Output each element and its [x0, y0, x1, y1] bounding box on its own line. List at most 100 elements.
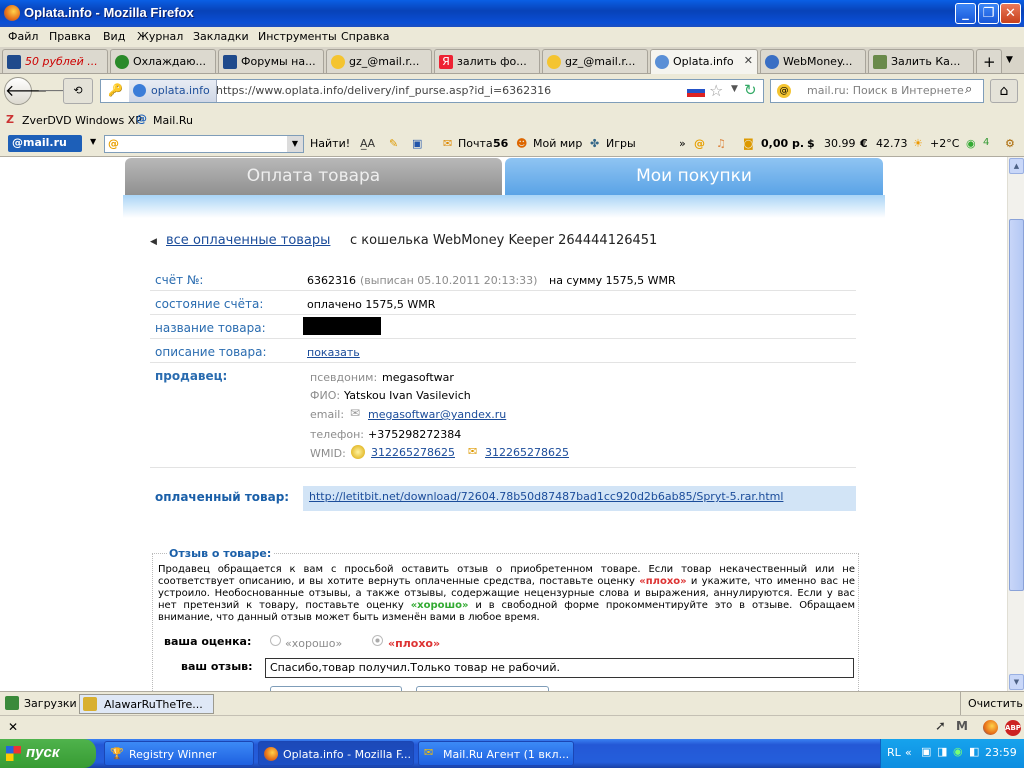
balance-value[interactable]: 0,00 р.: [761, 137, 804, 150]
m-icon[interactable]: M: [956, 719, 968, 733]
scroll-up-icon[interactable]: ▲: [1009, 158, 1024, 174]
tab-yandex[interactable]: Язалить фо...: [434, 49, 540, 73]
downloads-button[interactable]: Загрузки: [24, 697, 77, 710]
mail-count: 56: [493, 137, 509, 150]
reload-icon[interactable]: ↻: [744, 81, 757, 99]
globe-icon: [133, 84, 146, 97]
menu-bookmarks[interactable]: Закладки: [193, 30, 249, 43]
vertical-scrollbar[interactable]: ▲ ▼: [1007, 157, 1024, 691]
weather-value[interactable]: +2°C: [930, 137, 959, 150]
home-button[interactable]: ⌂: [990, 79, 1018, 103]
rating-good-label[interactable]: «хорошо»: [285, 637, 342, 650]
scroll-down-icon[interactable]: ▼: [1009, 674, 1024, 690]
task-firefox[interactable]: Oplata.info - Mozilla F...: [258, 741, 414, 766]
mailru-mail-link[interactable]: Почта: [458, 137, 493, 150]
traffic-value[interactable]: 4: [983, 137, 989, 148]
mailru-find-button[interactable]: Найти!: [310, 137, 350, 150]
scroll-thumb[interactable]: [1009, 219, 1024, 591]
wmid-link-1[interactable]: 312265278625: [371, 446, 455, 459]
maximize-button[interactable]: ❐: [978, 3, 999, 24]
site-identity-button[interactable]: oplata.info: [129, 80, 217, 102]
star-icon[interactable]: ☆: [709, 81, 723, 100]
mailru-search-icon: @: [777, 84, 791, 98]
bookmark-mailru[interactable]: Mail.Ru: [153, 114, 193, 127]
menu-tools[interactable]: Инструменты: [258, 30, 337, 43]
review-fieldset: Отзыв о товаре: Продавец обращается к ва…: [152, 547, 859, 691]
mailru-games-link[interactable]: Игры: [606, 137, 636, 150]
usd-rate[interactable]: 30.99: [824, 137, 856, 150]
bookmark-zverdvd[interactable]: ZverDVD Windows XP: [22, 114, 142, 127]
mailru-agent-icon[interactable]: @: [694, 137, 705, 150]
tab-mail-1[interactable]: gz_@mail.r...: [326, 49, 432, 73]
chevron-down-icon[interactable]: ▼: [287, 136, 303, 152]
download-item[interactable]: AlawarRuTheTre...: [79, 694, 214, 714]
euro-icon: €: [860, 137, 868, 150]
clear-button[interactable]: Очистить: [968, 697, 1023, 710]
tab-webmoney[interactable]: WebMoney...: [760, 49, 866, 73]
all-paid-goods-link[interactable]: все оплаченные товары: [166, 233, 330, 248]
tab-oplata[interactable]: Oplata.info ✕: [650, 49, 758, 74]
start-button[interactable]: пуск: [0, 739, 96, 768]
url-bar[interactable]: 🔑 oplata.info https://www.oplata.info/de…: [100, 79, 764, 103]
task-mailru-agent[interactable]: ✉ Mail.Ru Агент (1 вкл...: [418, 741, 574, 766]
tab-payment[interactable]: Оплата товара: [125, 158, 502, 195]
chevron-down-icon[interactable]: ▼: [90, 137, 96, 146]
back-button[interactable]: 🡐: [4, 77, 48, 105]
email-link[interactable]: megasoftwar@yandex.ru: [368, 408, 506, 421]
download-link[interactable]: http://letitbit.net/download/72604.78b50…: [309, 490, 783, 503]
firefox-addon-icon[interactable]: [983, 720, 998, 735]
paid-goods-label: оплаченный товар:: [155, 490, 290, 504]
menu-help[interactable]: Справка: [341, 30, 389, 43]
tab-upload[interactable]: Залить Ка...: [868, 49, 974, 73]
search-field[interactable]: @ mail.ru: Поиск в Интернете ⌕: [770, 79, 984, 103]
rating-bad-radio[interactable]: [372, 635, 383, 646]
tab-cooling[interactable]: Охлаждаю...: [110, 49, 216, 73]
task-registry-winner[interactable]: 🏆 Registry Winner: [104, 741, 254, 766]
tab-50rub[interactable]: 50 рублей ...: [2, 49, 108, 73]
highlighter-icon[interactable]: ✎: [389, 137, 398, 150]
minimize-button[interactable]: _: [955, 3, 976, 24]
mailru-logo[interactable]: @mail.ru: [8, 135, 82, 152]
myworld-icon: ☻: [516, 137, 528, 150]
tray-icon[interactable]: «: [905, 746, 912, 759]
menu-history[interactable]: Журнал: [137, 30, 183, 43]
menu-file[interactable]: Файл: [8, 30, 38, 43]
eur-rate[interactable]: 42.73: [876, 137, 908, 150]
game-icon: [83, 697, 97, 711]
close-button[interactable]: ✕: [1000, 3, 1021, 24]
show-description-link[interactable]: показать: [307, 346, 360, 359]
search-icon[interactable]: ⌕: [965, 82, 972, 97]
new-tab-button[interactable]: +: [976, 49, 1002, 73]
volume-icon[interactable]: ◨: [937, 745, 947, 758]
tab-list-icon[interactable]: ▼: [1006, 55, 1013, 65]
cursor-icon[interactable]: ➚: [935, 719, 946, 734]
dropdown-icon[interactable]: ▼: [731, 84, 738, 94]
history-button[interactable]: ⟲: [63, 78, 93, 104]
rating-bad-label[interactable]: «плохо»: [388, 637, 440, 650]
feedback-input[interactable]: Спасибо,товар получил.Только товар не ра…: [265, 658, 854, 678]
more-chevron-icon[interactable]: »: [679, 137, 686, 150]
tab-forums[interactable]: Форумы на...: [218, 49, 324, 73]
wmid-link-2[interactable]: 312265278625: [485, 446, 569, 459]
settings-gear-icon[interactable]: ⚙: [1005, 137, 1015, 150]
music-icon[interactable]: ♫: [716, 137, 726, 150]
mailru-myworld-link[interactable]: Мой мир: [533, 137, 582, 150]
tray-app-icon[interactable]: ◧: [969, 745, 979, 758]
font-size-icon[interactable]: A̲A: [360, 137, 375, 150]
agent-icon[interactable]: ◉: [953, 745, 963, 758]
tab-mail-2[interactable]: gz_@mail.r...: [542, 49, 648, 73]
menu-edit[interactable]: Правка: [49, 30, 91, 43]
close-tab-icon[interactable]: ✕: [744, 54, 753, 67]
network-icon[interactable]: ▣: [921, 745, 931, 758]
language-indicator[interactable]: RL: [887, 746, 901, 759]
page-search-icon[interactable]: ▣: [412, 137, 422, 150]
rating-good-radio[interactable]: [270, 635, 281, 646]
state-label: состояние счёта:: [155, 297, 264, 311]
menu-view[interactable]: Вид: [103, 30, 125, 43]
redacted-name: [303, 317, 381, 335]
divider: [150, 362, 856, 363]
adblock-icon[interactable]: ABP: [1005, 720, 1021, 736]
close-addonbar-icon[interactable]: ✕: [8, 720, 18, 734]
mailru-search-input[interactable]: @ ▼: [104, 135, 304, 153]
tab-my-purchases[interactable]: Мои покупки: [505, 158, 883, 195]
